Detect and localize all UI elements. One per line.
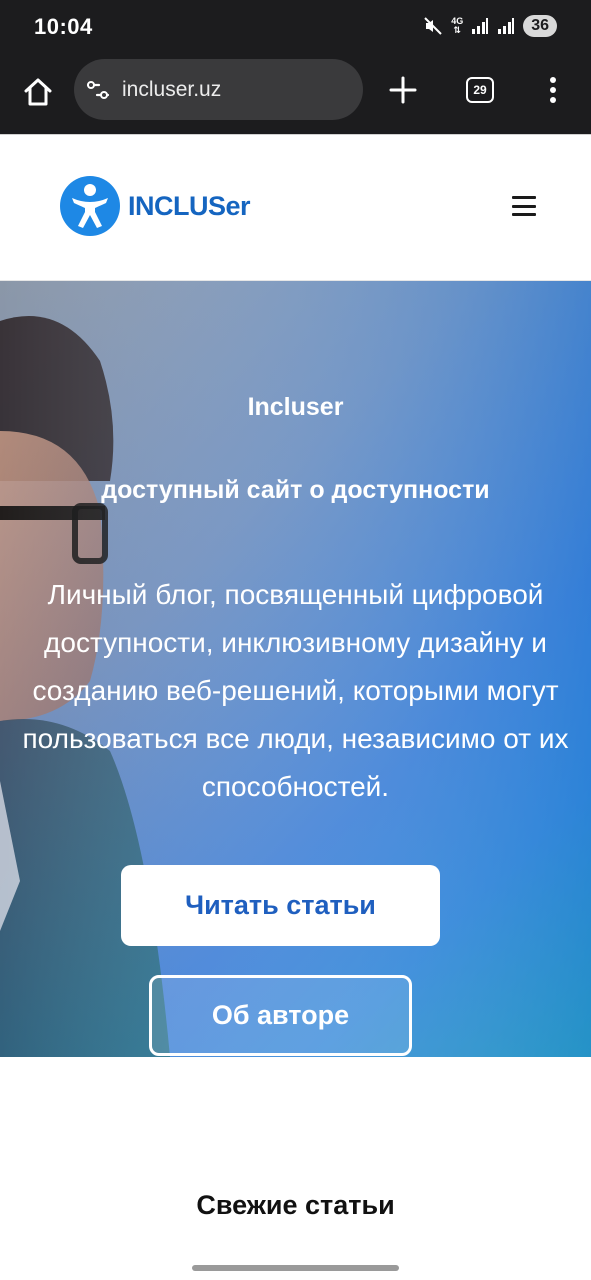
fresh-articles-heading: Свежие статьи (196, 1190, 395, 1220)
new-tab-icon (389, 76, 417, 104)
logo-text: INCLUSer (128, 190, 251, 221)
hero-description: Личный блог, посвященный цифровой доступ… (22, 579, 569, 802)
hero-subtitle: доступный сайт о доступности (101, 476, 490, 504)
hamburger-line (512, 196, 536, 199)
url-text[interactable]: incluser.uz (122, 78, 221, 102)
mute-icon (424, 17, 442, 35)
about-author-button[interactable]: Об авторе (149, 975, 412, 1056)
more-menu-icon (550, 77, 556, 103)
status-icons: 4G ⇅ 36 (423, 15, 557, 37)
accessibility-logo-icon (60, 176, 120, 236)
status-bar: 10:04 4G ⇅ 36 (0, 0, 591, 56)
hero-section: Incluser доступный сайт о доступности Ли… (0, 281, 591, 1057)
network-4g-icon: 4G ⇅ (451, 17, 463, 35)
home-button[interactable] (18, 72, 58, 112)
status-time: 10:04 (34, 14, 93, 39)
hamburger-line (512, 213, 536, 216)
home-icon (24, 78, 52, 106)
hero-title: Incluser (247, 393, 344, 421)
site-settings-icon[interactable] (86, 78, 110, 102)
signal-icon (498, 18, 515, 34)
battery-indicator: 36 (523, 15, 557, 37)
signal-icon (472, 18, 489, 34)
hamburger-line (512, 204, 536, 208)
gesture-navigation-bar[interactable] (192, 1265, 399, 1271)
tabs-icon: 29 (466, 77, 494, 103)
site-header: INCLUSer (0, 134, 591, 281)
more-menu-button[interactable] (533, 70, 573, 110)
site-logo[interactable]: INCLUSer (60, 176, 251, 236)
address-bar[interactable]: incluser.uz (74, 59, 363, 120)
browser-toolbar: incluser.uz 29 (0, 56, 591, 134)
new-tab-button[interactable] (383, 70, 423, 110)
tabs-button[interactable]: 29 (460, 70, 500, 110)
read-articles-button[interactable]: Читать статьи (121, 865, 440, 946)
network-arrows: ⇅ (453, 25, 461, 35)
hamburger-menu-icon[interactable] (510, 194, 538, 218)
